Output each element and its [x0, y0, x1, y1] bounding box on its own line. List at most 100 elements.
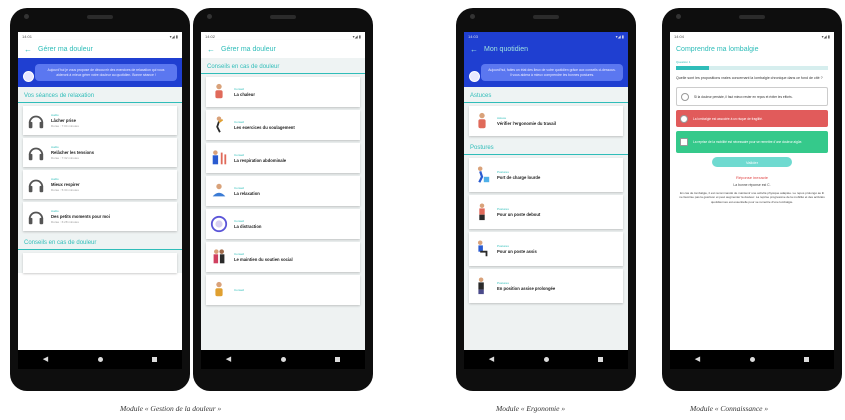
- screen: 14:02 ▾◢ ▮ ← Gérer ma douleur Conseils e…: [201, 32, 365, 350]
- card-kind: Astuce: [497, 116, 507, 121]
- card-title: Lâcher prise: [51, 118, 76, 124]
- caption-connaissance: Module « Connaissance »: [690, 404, 769, 413]
- person-icon: [478, 113, 486, 129]
- option-text: La reprise de la mobilité est nécessaire…: [693, 140, 803, 145]
- recent-nav-icon[interactable]: [152, 357, 158, 362]
- headphones-icon: [28, 147, 44, 160]
- card-title: Vérifier l'ergonomie du travail: [497, 121, 556, 127]
- validate-button[interactable]: Valider: [712, 157, 792, 168]
- status-time: 14:02: [205, 33, 216, 39]
- app-bar: ← Gérer ma douleur: [18, 40, 182, 58]
- status-icons: ▾◢ ▮: [615, 33, 624, 39]
- back-nav-icon[interactable]: ◀: [489, 356, 494, 363]
- posture-card[interactable]: Postures En position assise prolongée: [469, 269, 623, 304]
- speaker: [87, 15, 113, 19]
- check-icon: [680, 138, 688, 147]
- card-kind: Postures: [497, 207, 509, 212]
- headphones-icon: [28, 179, 44, 192]
- conseil-card[interactable]: Conseil Les exercices du soulagement: [206, 110, 360, 140]
- answer-option-a[interactable]: Si la douleur persiste, il faut mieux re…: [676, 87, 828, 107]
- headphones-icon: [28, 115, 44, 128]
- back-nav-icon[interactable]: ◀: [695, 356, 700, 363]
- distraction-icon: [210, 215, 228, 233]
- back-nav-icon[interactable]: ◀: [226, 356, 231, 363]
- back-arrow-icon[interactable]: ←: [24, 45, 32, 54]
- camera: [676, 14, 681, 19]
- status-time: 14:03: [468, 33, 479, 39]
- audio-card[interactable]: Audio Relâcher les tensions Durée : 7:32 m…: [23, 138, 177, 168]
- conseil-card[interactable]: Conseil La chaleur: [206, 77, 360, 107]
- card-kind: Conseil: [234, 186, 245, 190]
- card-duration: Durée : 7:04 minutes: [51, 124, 79, 129]
- app-bar: Comprendre ma lombalgie: [670, 40, 834, 58]
- audio-card[interactable]: Audio Des petits moments pour moi Durée : …: [23, 202, 177, 232]
- conseil-card-partial[interactable]: [23, 253, 177, 274]
- radio-icon: [681, 92, 689, 101]
- card-title: Pour un poste debout: [497, 212, 541, 218]
- prolonged-sitting-icon: [478, 277, 484, 295]
- recent-nav-icon[interactable]: [598, 357, 604, 362]
- phone-gestion-douleur-1: 14:01 ▾◢ ▮ ← Gérer ma douleur Aujourd'hu…: [10, 8, 190, 391]
- intro-banner: Aujourd'hui, faites un état des lieux de…: [464, 58, 628, 88]
- card-title: Relâcher les tensions: [51, 150, 95, 156]
- conseil-card[interactable]: Conseil La respiration abdominale: [206, 143, 360, 173]
- back-nav-icon[interactable]: ◀: [43, 356, 48, 363]
- camera: [24, 14, 29, 19]
- intro-bubble: Aujourd'hui, faites un état des lieux de…: [481, 64, 623, 82]
- astuce-card[interactable]: Astuce Vérifier l'ergonomie du travail: [469, 106, 623, 137]
- recent-nav-icon[interactable]: [804, 357, 810, 362]
- meditation-icon: [212, 183, 226, 197]
- posture-card[interactable]: Postures Pour un poste assis: [469, 232, 623, 267]
- option-text: Si la douleur persiste, il faut mieux re…: [694, 94, 793, 99]
- conseil-card[interactable]: Conseil La relaxation: [206, 176, 360, 206]
- card-title: La distraction: [234, 224, 262, 229]
- audio-card[interactable]: Audio Mieux respirer Durée : 5:34 minutes: [23, 170, 177, 200]
- screen: 14:04 ▾◢ ▮ Comprendre ma lombalgie Quest…: [670, 32, 834, 350]
- content: Astuces Astuce Vérifier l'ergonomie du tr…: [464, 87, 628, 350]
- page-title: Gérer ma douleur: [221, 45, 276, 53]
- phone-ergonomie: 14:03 ▾◢ ▮ ← Mon quotidien Aujourd'hui, …: [456, 8, 636, 391]
- conseil-card[interactable]: Conseil Le maintien du soutien social: [206, 242, 360, 272]
- camera: [207, 14, 212, 19]
- status-bar: 14:03 ▾◢ ▮: [464, 32, 628, 40]
- home-nav-icon[interactable]: [280, 357, 286, 362]
- recent-nav-icon[interactable]: [335, 357, 341, 362]
- intro-bubble: Aujourd'hui je vous propose de découvrir…: [35, 64, 177, 82]
- section-relaxation: Vos séances de relaxation: [18, 87, 182, 104]
- section-conseils: Conseils en cas de douleur: [201, 58, 365, 74]
- status-icons: ▾◢ ▮: [352, 33, 361, 39]
- answer-option-c[interactable]: La reprise de la mobilité est nécessaire…: [676, 131, 828, 154]
- home-nav-icon[interactable]: [543, 357, 549, 362]
- card-title: La relaxation: [234, 191, 260, 196]
- nav-bar: ◀: [464, 350, 628, 369]
- screen: 14:01 ▾◢ ▮ ← Gérer ma douleur Aujourd'hu…: [18, 32, 182, 350]
- card-title: Mieux respirer: [51, 182, 80, 188]
- page-title: Mon quotidien: [484, 45, 528, 53]
- speaker: [739, 15, 765, 19]
- audio-card[interactable]: Audio Lâcher prise Durée : 7:04 minutes: [23, 106, 177, 136]
- card-title: La chaleur: [234, 92, 255, 97]
- posture-card[interactable]: Postures Pour un poste debout: [469, 195, 623, 230]
- feedback-answer: La bonne réponse est C.: [733, 183, 771, 188]
- person-stretch-icon: [216, 116, 224, 133]
- conseil-card[interactable]: Conseil: [206, 275, 360, 305]
- lifting-icon: [477, 166, 490, 183]
- back-arrow-icon[interactable]: ←: [207, 45, 215, 54]
- app-bar: ← Gérer ma douleur: [201, 40, 365, 58]
- nav-bar: ◀: [201, 350, 365, 369]
- speaker: [270, 15, 296, 19]
- radio-icon: [680, 114, 688, 123]
- content: Vos séances de relaxation Audio Lâcher pr…: [18, 87, 182, 274]
- home-nav-icon[interactable]: [97, 357, 103, 362]
- card-kind: Postures: [497, 244, 509, 249]
- conseil-card[interactable]: Conseil La distraction: [206, 209, 360, 239]
- caption-ergonomie: Module « Ergonomie »: [496, 404, 566, 413]
- card-kind: Postures: [497, 281, 509, 286]
- answer-option-b[interactable]: La lombalgie est associée à un risque de…: [676, 110, 828, 128]
- app-bar: ← Mon quotidien: [464, 40, 628, 58]
- posture-card[interactable]: Postures Port de charge lourde: [469, 158, 623, 193]
- card-duration: Durée : 6:28 minutes: [51, 220, 79, 225]
- card-kind: Conseil: [234, 287, 245, 292]
- back-arrow-icon[interactable]: ←: [470, 45, 478, 54]
- home-nav-icon[interactable]: [749, 357, 755, 362]
